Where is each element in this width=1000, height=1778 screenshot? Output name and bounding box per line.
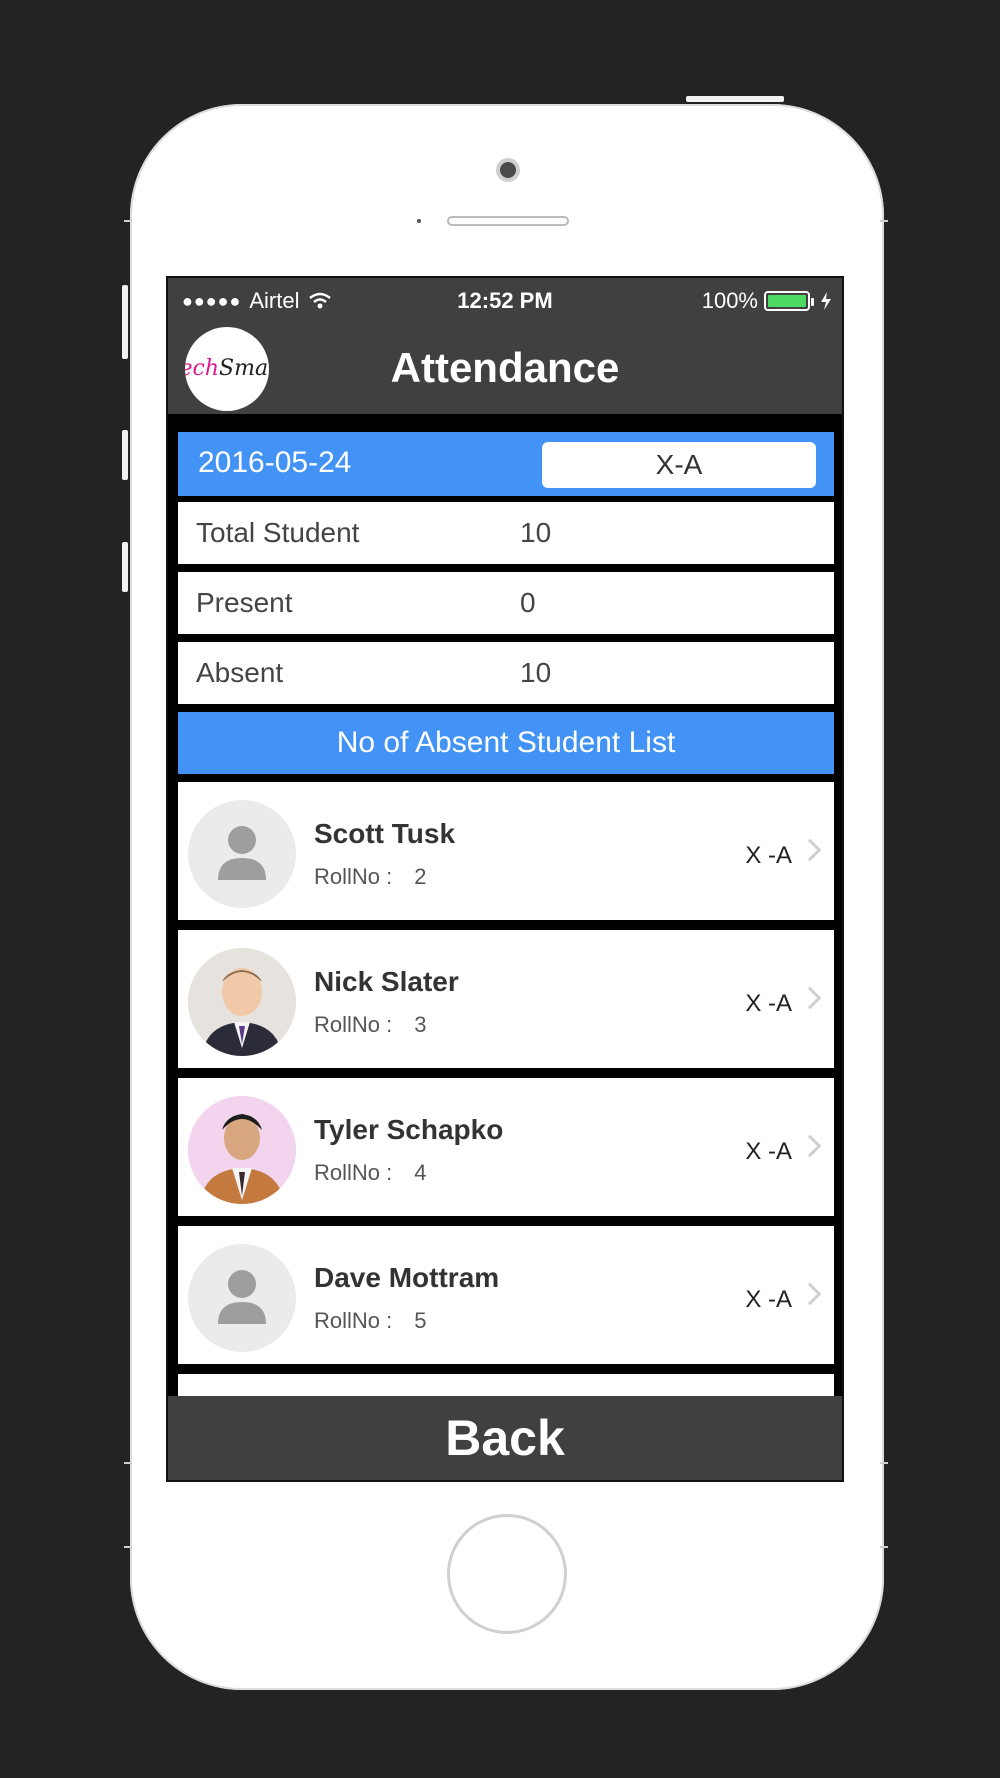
avatar-placeholder — [188, 800, 296, 908]
student-row[interactable]: Dave Mottram RollNo :5 X -A — [178, 1226, 834, 1364]
frame-mark-right-top — [880, 220, 888, 222]
stat-present-value: 0 — [520, 587, 536, 618]
back-button[interactable]: Back — [168, 1396, 842, 1480]
student-roll: RollNo :4 — [314, 1160, 427, 1185]
date-class-bar: 2016-05-24 X-A — [178, 432, 834, 496]
device-stage: ●●●●● Airtel 12:52 PM 100% TechSmart — [0, 0, 1000, 1778]
student-photo — [188, 1096, 296, 1204]
stat-row-total: Total Student 10 — [178, 502, 834, 564]
student-roll: RollNo :3 — [314, 1012, 427, 1037]
front-camera — [496, 158, 520, 182]
date-picker[interactable]: 2016-05-24 — [198, 446, 351, 480]
battery-percent: 100% — [701, 288, 758, 313]
student-roll: RollNo :5 — [314, 1308, 427, 1333]
avatar-placeholder — [188, 1244, 296, 1352]
earpiece-speaker — [447, 216, 569, 226]
frame-mark-left-low — [124, 1546, 132, 1548]
frame-mark-right-bottom — [880, 1462, 888, 1464]
class-selector[interactable]: X-A — [542, 442, 816, 488]
person-icon — [218, 1270, 266, 1324]
frame-mark-left-top — [124, 220, 132, 222]
chevron-right-icon — [798, 838, 822, 862]
person-icon — [218, 826, 266, 880]
status-bar: ●●●●● Airtel 12:52 PM 100% — [168, 278, 842, 322]
stat-absent-label: Absent — [196, 657, 284, 688]
student-class: X -A — [745, 990, 792, 1017]
student-name: Scott Tusk — [314, 818, 456, 849]
silent-switch — [122, 285, 128, 359]
student-row[interactable]: Nick Slater RollNo :3 X -A — [178, 930, 834, 1068]
frame-mark-left-bottom — [124, 1462, 132, 1464]
page-title: Attendance — [390, 344, 620, 391]
stat-row-present: Present 0 — [178, 572, 834, 634]
absent-list-header: No of Absent Student List — [178, 712, 834, 774]
nav-bar: TechSmart Attendance — [168, 322, 842, 414]
student-name: Dave Mottram — [314, 1262, 500, 1293]
chevron-right-icon — [798, 986, 822, 1010]
student-photo-image — [188, 948, 296, 1056]
app-screen: ●●●●● Airtel 12:52 PM 100% TechSmart — [166, 276, 844, 1482]
home-button[interactable] — [447, 1514, 567, 1634]
chevron-right-icon — [798, 1282, 822, 1306]
student-photo — [188, 948, 296, 1056]
stat-absent-value: 10 — [520, 657, 552, 688]
student-photo-image — [188, 1096, 296, 1204]
student-name: Tyler Schapko — [314, 1114, 504, 1145]
volume-down-button — [122, 542, 128, 592]
stat-row-absent: Absent 10 — [178, 642, 834, 704]
student-class: X -A — [745, 842, 792, 869]
stat-present-label: Present — [196, 587, 293, 618]
student-roll: RollNo :2 — [314, 864, 427, 889]
student-name: Nick Slater — [314, 966, 459, 997]
student-class: X -A — [745, 1286, 792, 1313]
volume-up-button — [122, 430, 128, 480]
student-class: X -A — [745, 1138, 792, 1165]
stat-total-value: 10 — [520, 517, 552, 548]
chevron-right-icon — [798, 1134, 822, 1158]
frame-mark-right-low — [880, 1546, 888, 1548]
power-button — [686, 96, 784, 102]
status-right: 100% — [702, 288, 832, 314]
stat-total-label: Total Student — [196, 517, 360, 548]
proximity-sensor — [417, 219, 421, 223]
battery-icon — [764, 291, 814, 311]
student-row[interactable]: Scott Tusk RollNo :2 X -A — [178, 782, 834, 920]
charging-bolt-icon — [821, 292, 831, 310]
student-row[interactable]: Tyler Schapko RollNo :4 X -A — [178, 1078, 834, 1216]
